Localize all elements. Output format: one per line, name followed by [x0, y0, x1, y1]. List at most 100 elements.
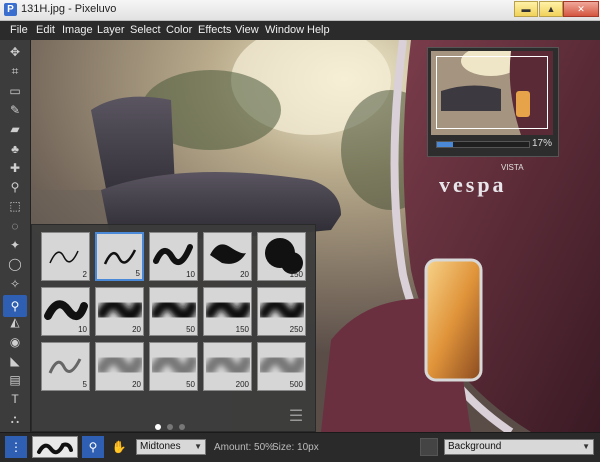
app-icon: P	[4, 3, 17, 16]
text-tool-button[interactable]: T	[6, 391, 24, 407]
brush-size-label: 10	[186, 270, 195, 279]
brush-preset[interactable]: 20	[95, 342, 144, 391]
brush-preset[interactable]: 150	[203, 287, 252, 336]
zoom-slider[interactable]	[436, 141, 530, 148]
rect-select-tool-icon: ⬚	[9, 199, 21, 214]
toggle-tools-button[interactable]: ⋮	[5, 436, 27, 458]
brush-preset[interactable]: 5	[95, 232, 144, 281]
red-eye-tool-button[interactable]: ◉	[6, 334, 24, 350]
page-dot[interactable]	[167, 424, 173, 430]
shape-tool-button[interactable]: ⛬	[6, 411, 24, 427]
heal-tool-icon: ✚	[9, 160, 21, 175]
red-eye-tool-icon: ◉	[9, 334, 21, 349]
vespa-lettering: vespa	[439, 172, 507, 197]
dodge-icon: ⚲	[88, 440, 98, 454]
minimize-icon: ▬	[521, 4, 531, 14]
brush-size-label: 200	[235, 380, 249, 389]
dodge-burn-tool-icon: ⚲	[10, 298, 20, 313]
layer-select[interactable]: Background ▼	[444, 439, 594, 455]
brush-preset[interactable]: 50	[149, 287, 198, 336]
brush-preset[interactable]: 2	[41, 232, 90, 281]
navigator-panel: 17%	[427, 47, 559, 157]
menu-help[interactable]: Help	[307, 24, 330, 36]
brush-size-label: 150	[235, 325, 249, 334]
window-title: 131H.jpg - Pixeluvo	[21, 3, 117, 15]
lasso-tool-icon: ◌	[11, 218, 19, 233]
menu-edit[interactable]: Edit	[36, 24, 55, 36]
tonal-range-value: Midtones	[140, 441, 181, 452]
close-button[interactable]: ✕	[563, 1, 599, 17]
burn-mode-button[interactable]: ✋	[108, 436, 130, 458]
move-tool-button[interactable]: ✥	[6, 44, 24, 60]
zoom-slider-fill	[437, 142, 453, 147]
layer-select-value: Background	[448, 441, 502, 452]
brush-preset[interactable]: 200	[203, 342, 252, 391]
brush-preset[interactable]: 10	[149, 232, 198, 281]
brush-preset[interactable]: 150	[257, 232, 306, 281]
menu-image[interactable]: Image	[62, 24, 93, 36]
size-readout[interactable]: Size: 10px	[272, 442, 319, 453]
brush-preset[interactable]: 20	[203, 232, 252, 281]
page-dot[interactable]	[155, 424, 161, 430]
brush-preset[interactable]: 50	[149, 342, 198, 391]
ellipse-select-tool-button[interactable]: ◯	[6, 256, 24, 272]
panel-menu-icon[interactable]: ☰	[286, 408, 306, 426]
page-dot[interactable]	[179, 424, 185, 430]
layer-thumbnail[interactable]	[420, 438, 438, 456]
sharpen-tool-button[interactable]: ◭	[6, 314, 24, 330]
rect-select-tool-button[interactable]: ⬚	[6, 198, 24, 214]
menu-layer[interactable]: Layer	[97, 24, 125, 36]
brush-preset[interactable]: 500	[257, 342, 306, 391]
ellipse-select-tool-icon: ◯	[8, 257, 22, 272]
close-icon: ✕	[577, 4, 585, 14]
dropper-tool-icon: ⚲	[10, 180, 20, 195]
eraser-tool-button[interactable]: ▰	[6, 121, 24, 137]
text-tool-icon: T	[11, 392, 19, 407]
chevron-down-icon: ▼	[194, 442, 202, 451]
amount-readout[interactable]: Amount: 50%	[214, 442, 274, 453]
menu-window[interactable]: Window	[265, 24, 304, 36]
heal-tool-button[interactable]: ✚	[6, 160, 24, 176]
shape-tool-icon: ⛬	[10, 411, 20, 426]
magic-wand-tool-button[interactable]: ✦	[6, 237, 24, 253]
brush-size-label: 10	[78, 325, 87, 334]
brush-preset[interactable]: 10	[41, 287, 90, 336]
brush-size-label: 250	[289, 325, 303, 334]
path-tool-icon: ✧	[9, 276, 21, 291]
burn-icon: ✋	[111, 440, 127, 454]
maximize-button[interactable]: ▲	[539, 1, 563, 17]
minimize-button[interactable]: ▬	[514, 1, 538, 17]
menu-file[interactable]: File	[10, 24, 28, 36]
navigator-thumbnail[interactable]	[431, 51, 553, 135]
tool-options-bar: ⋮ ⚲ ✋ Midtones ▼ Amount: 50% Size: 10px B…	[0, 432, 600, 462]
brush-preview-button[interactable]	[32, 436, 78, 458]
clone-tool-icon: ♣	[11, 141, 19, 156]
transform-tool-button[interactable]: ▭	[6, 83, 24, 99]
gradient-tool-icon: ▤	[9, 373, 21, 388]
crop-tool-button[interactable]: ⌗	[6, 63, 24, 79]
fill-tool-button[interactable]: ◣	[6, 353, 24, 369]
vista-tag: VISTA	[501, 163, 524, 172]
brush-size-label: 50	[186, 380, 195, 389]
menu-bar: File Edit Image Layer Select Color Effec…	[0, 21, 600, 40]
path-tool-button[interactable]: ✧	[6, 276, 24, 292]
brush-stroke-icon	[37, 442, 73, 455]
brush-preset[interactable]: 5	[41, 342, 90, 391]
menu-effects[interactable]: Effects	[198, 24, 231, 36]
brush-preset[interactable]: 250	[257, 287, 306, 336]
lasso-tool-button[interactable]: ◌	[6, 218, 24, 234]
brush-tool-button[interactable]: ✎	[6, 102, 24, 118]
tonal-range-select[interactable]: Midtones ▼	[136, 439, 206, 455]
dropper-tool-button[interactable]: ⚲	[6, 179, 24, 195]
menu-color[interactable]: Color	[166, 24, 192, 36]
brush-tool-icon: ✎	[9, 102, 21, 117]
menu-select[interactable]: Select	[130, 24, 161, 36]
dodge-mode-button[interactable]: ⚲	[82, 436, 104, 458]
menu-view[interactable]: View	[235, 24, 259, 36]
navigator-viewbox[interactable]	[436, 56, 548, 129]
clone-tool-button[interactable]: ♣	[6, 141, 24, 157]
brush-size-label: 20	[132, 325, 141, 334]
brush-preset[interactable]: 20	[95, 287, 144, 336]
gradient-tool-button[interactable]: ▤	[6, 372, 24, 388]
transform-tool-icon: ▭	[9, 83, 21, 98]
